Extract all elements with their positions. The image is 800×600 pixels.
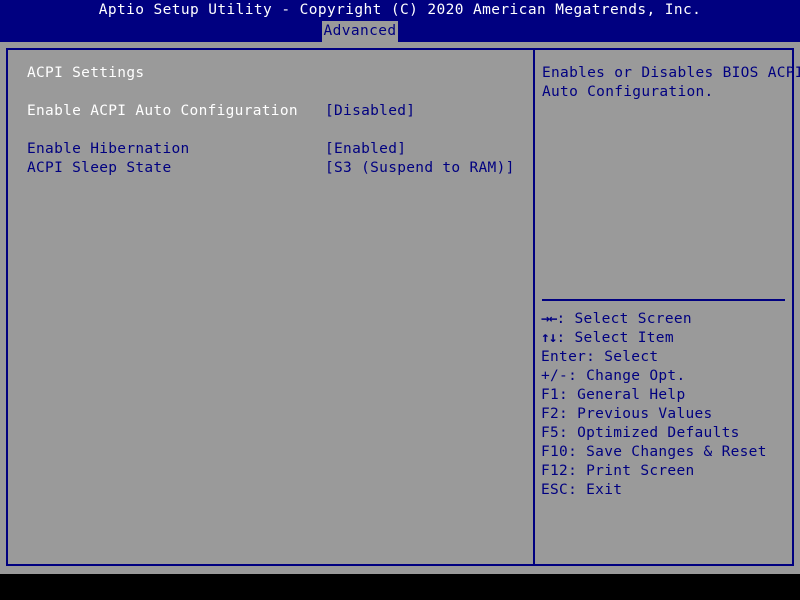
setting-value-enable-acpi-auto-configuration[interactable]: [Disabled] xyxy=(325,102,415,121)
key-legend-row: ↑↓: Select Item xyxy=(541,329,791,348)
key-legend-label: Enter: Select xyxy=(541,349,659,365)
setting-label-acpi-sleep-state: ACPI Sleep State xyxy=(27,160,172,176)
help-description-line: Auto Configuration. xyxy=(542,84,714,100)
setting-row-enable-hibernation[interactable]: Enable Hibernation [Enabled] xyxy=(8,140,533,159)
key-legend-label: F5: Optimized Defaults xyxy=(541,425,740,441)
tab-advanced[interactable]: Advanced xyxy=(322,21,398,42)
setting-value-acpi-sleep-state[interactable]: [S3 (Suspend to RAM)] xyxy=(325,159,515,178)
setting-value-enable-hibernation[interactable]: [Enabled] xyxy=(325,140,406,159)
main-window-frame: ACPI Settings Enable ACPI Auto Configura… xyxy=(6,48,800,566)
setting-label-enable-hibernation: Enable Hibernation xyxy=(27,141,190,157)
key-legend-row: +/-: Change Opt. xyxy=(541,367,791,386)
menu-bar: Advanced xyxy=(0,21,800,42)
key-legend-label: : Select Screen xyxy=(556,311,692,327)
setting-label-enable-acpi-auto-configuration: Enable ACPI Auto Configuration xyxy=(27,103,298,119)
key-legend-row: F5: Optimized Defaults xyxy=(541,424,791,443)
key-legend-row: F1: General Help xyxy=(541,386,791,405)
section-heading: ACPI Settings xyxy=(8,64,533,83)
key-legend-label: +/-: Change Opt. xyxy=(541,368,686,384)
key-legend-row: ESC: Exit xyxy=(541,481,791,500)
key-legend-row: F10: Save Changes & Reset xyxy=(541,443,791,462)
settings-pane: ACPI Settings Enable ACPI Auto Configura… xyxy=(8,50,533,564)
help-description: Enables or Disables BIOS ACPI Auto Confi… xyxy=(542,64,800,102)
key-legend-label: : Select Item xyxy=(556,330,674,346)
arrow-up-down-icon: ↑↓ xyxy=(541,330,558,346)
key-legend-label: F2: Previous Values xyxy=(541,406,713,422)
key-legend-label: F12: Print Screen xyxy=(541,463,695,479)
arrow-left-right-icon: →← xyxy=(541,311,558,327)
key-legend-row: F12: Print Screen xyxy=(541,462,791,481)
help-separator xyxy=(542,299,785,301)
key-legend-label: F1: General Help xyxy=(541,387,686,403)
key-legend-label: ESC: Exit xyxy=(541,482,623,498)
setting-row-acpi-sleep-state[interactable]: ACPI Sleep State [S3 (Suspend to RAM)] xyxy=(8,159,533,178)
window-title: Aptio Setup Utility - Copyright (C) 2020… xyxy=(0,0,800,21)
help-pane: Enables or Disables BIOS ACPI Auto Confi… xyxy=(535,50,800,564)
key-legend-label: F10: Save Changes & Reset xyxy=(541,444,767,460)
setting-row-enable-acpi-auto-configuration[interactable]: Enable ACPI Auto Configuration [Disabled… xyxy=(8,102,533,121)
key-legend-row: Enter: Select xyxy=(541,348,791,367)
help-description-line: Enables or Disables BIOS ACPI xyxy=(542,65,800,81)
key-legend-row: →←: Select Screen xyxy=(541,310,791,329)
key-legend: →←: Select Screen ↑↓: Select Item Enter:… xyxy=(541,310,791,500)
bios-setup-screen: Aptio Setup Utility - Copyright (C) 2020… xyxy=(0,0,800,600)
section-heading-label: ACPI Settings xyxy=(27,65,145,81)
key-legend-row: F2: Previous Values xyxy=(541,405,791,424)
bottom-bar xyxy=(0,574,800,600)
